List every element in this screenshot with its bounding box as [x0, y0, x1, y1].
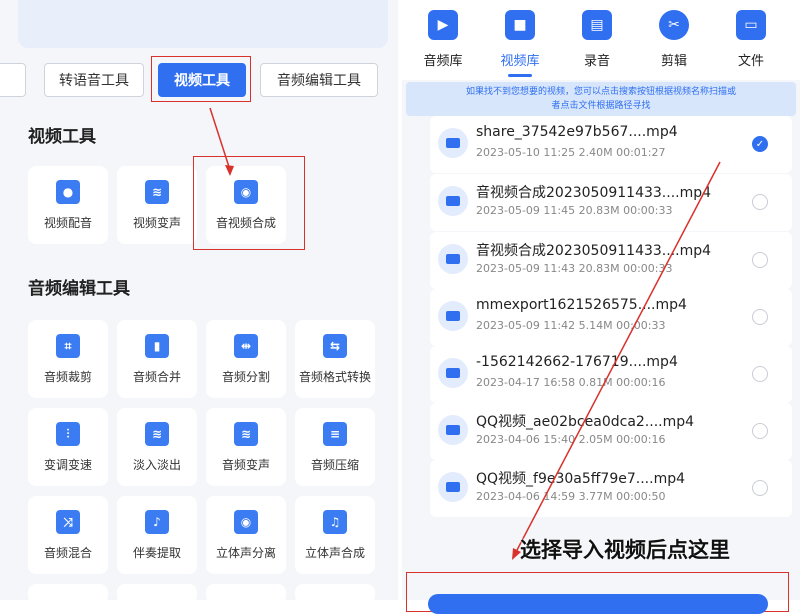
arrow-head-left [225, 165, 234, 176]
arrow-line-left [209, 107, 231, 171]
arrow-line-right [515, 161, 721, 553]
instruction-annotation: 选择导入视频后点这里 [520, 538, 730, 562]
annotation-arrows [209, 107, 721, 560]
